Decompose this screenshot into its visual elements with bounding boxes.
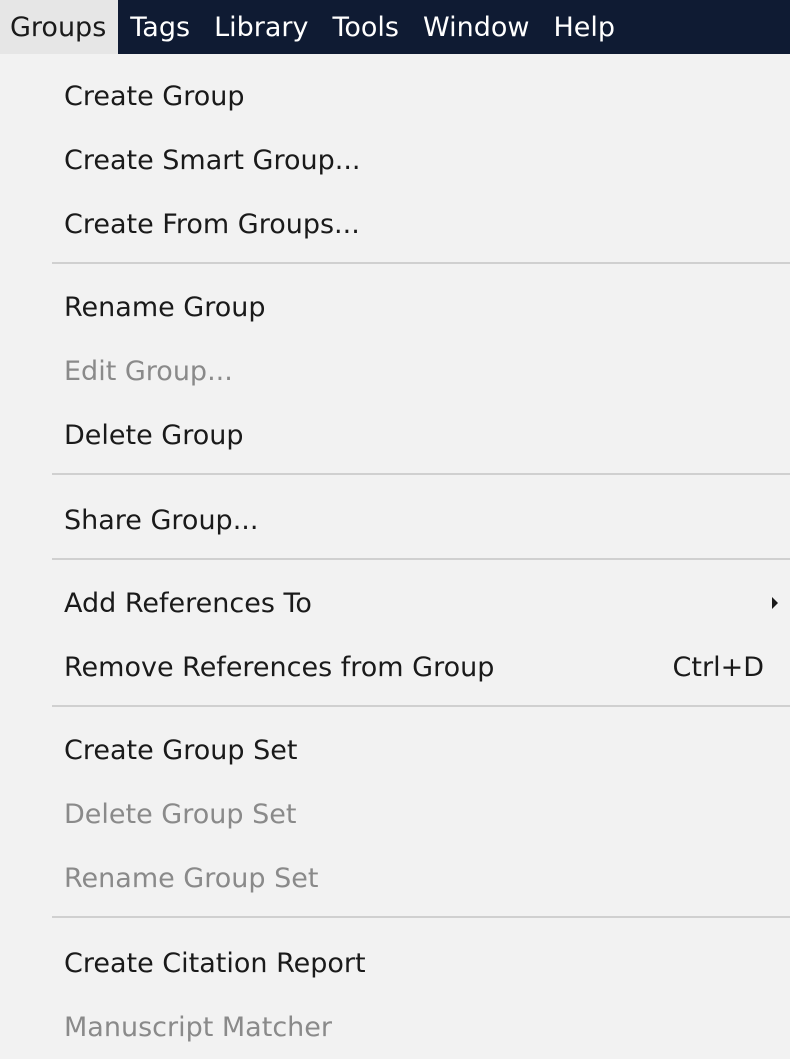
menu-item-shortcut: Ctrl+D: [672, 651, 764, 683]
menu-item-label: Create Group Set: [64, 734, 298, 766]
menu-item-label: Delete Group Set: [64, 798, 297, 830]
menu-bar: Groups Tags Library Tools Window Help: [0, 0, 790, 54]
menubar-library[interactable]: Library: [202, 0, 320, 54]
menu-item-label: Create Smart Group...: [64, 144, 361, 176]
menu-item-share-group[interactable]: Share Group...: [0, 488, 790, 552]
menu-separator: [52, 558, 790, 560]
menu-item-label: Delete Group: [64, 419, 244, 451]
menu-item-create-citation-report[interactable]: Create Citation Report: [0, 931, 790, 995]
menu-separator: [52, 705, 790, 707]
menu-item-label: Rename Group Set: [64, 862, 319, 894]
menu-item-label: Add References To: [64, 587, 312, 619]
menubar-groups[interactable]: Groups: [0, 0, 119, 54]
menu-separator: [52, 916, 790, 918]
menubar-tags[interactable]: Tags: [118, 0, 202, 54]
menu-item-label: Create From Groups...: [64, 208, 360, 240]
menu-item-create-from-groups[interactable]: Create From Groups...: [0, 192, 790, 256]
menu-item-label: Remove References from Group: [64, 651, 495, 683]
menu-item-delete-group[interactable]: Delete Group: [0, 403, 790, 467]
menu-item-label: Share Group...: [64, 504, 259, 536]
menu-separator: [52, 473, 790, 475]
menu-item-delete-group-set: Delete Group Set: [0, 782, 790, 846]
menu-item-manuscript-matcher: Manuscript Matcher: [0, 995, 790, 1059]
menu-item-rename-group-set: Rename Group Set: [0, 846, 790, 910]
menu-item-label: Create Group: [64, 80, 245, 112]
groups-dropdown-menu: Create Group Create Smart Group... Creat…: [0, 54, 790, 1046]
menu-item-label: Edit Group...: [64, 355, 233, 387]
menu-item-rename-group[interactable]: Rename Group: [0, 275, 790, 339]
menu-item-add-references-to[interactable]: Add References To: [0, 571, 790, 635]
menubar-window[interactable]: Window: [411, 0, 541, 54]
menu-item-create-smart-group[interactable]: Create Smart Group...: [0, 128, 790, 192]
menu-item-remove-references-from-group[interactable]: Remove References from Group Ctrl+D: [0, 635, 790, 699]
menu-item-label: Rename Group: [64, 291, 266, 323]
menu-item-label: Create Citation Report: [64, 947, 366, 979]
menubar-tools[interactable]: Tools: [320, 0, 411, 54]
menubar-help[interactable]: Help: [541, 0, 627, 54]
submenu-arrow-icon: [772, 597, 778, 609]
menu-item-create-group-set[interactable]: Create Group Set: [0, 718, 790, 782]
menu-item-label: Manuscript Matcher: [64, 1011, 332, 1043]
menu-item-create-group[interactable]: Create Group: [0, 64, 790, 128]
menu-separator: [52, 262, 790, 264]
menu-item-edit-group: Edit Group...: [0, 339, 790, 403]
